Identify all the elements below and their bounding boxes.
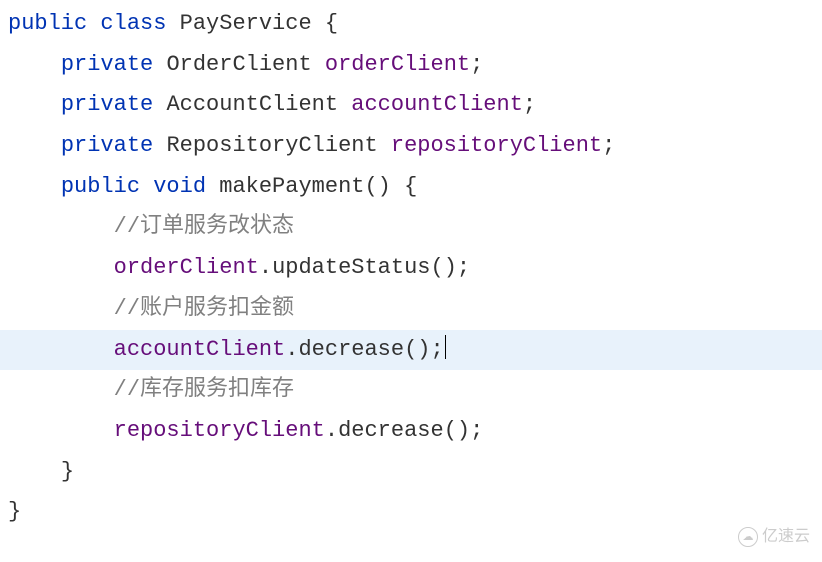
close-brace: }	[61, 459, 74, 484]
semicolon: ;	[470, 52, 483, 77]
field-ref: repositoryClient	[114, 418, 325, 443]
keyword-private: private	[61, 92, 153, 117]
watermark-text: 亿速云	[762, 522, 810, 552]
keyword-void: void	[153, 174, 206, 199]
parens-brace: () {	[364, 174, 417, 199]
method-call: decrease	[298, 337, 404, 362]
close-brace: }	[8, 499, 21, 524]
method-call: updateStatus	[272, 255, 430, 280]
keyword-public: public	[8, 11, 87, 36]
field-name: repositoryClient	[391, 133, 602, 158]
type-name: OrderClient	[166, 52, 311, 77]
code-line-11[interactable]: repositoryClient.decrease();	[0, 411, 822, 452]
cloud-icon: ☁	[738, 527, 758, 547]
class-name: PayService	[180, 11, 312, 36]
watermark: ☁ 亿速云	[738, 522, 810, 552]
open-brace: {	[312, 11, 338, 36]
code-line-2[interactable]: private OrderClient orderClient;	[0, 45, 822, 86]
field-name: orderClient	[325, 52, 470, 77]
field-ref: accountClient	[114, 337, 286, 362]
type-name: RepositoryClient	[166, 133, 377, 158]
comment: //库存服务扣库存	[114, 377, 294, 402]
code-line-4[interactable]: private RepositoryClient repositoryClien…	[0, 126, 822, 167]
call-suffix: ();	[404, 337, 444, 362]
code-line-6[interactable]: //订单服务改状态	[0, 207, 822, 248]
text-cursor	[445, 335, 447, 359]
field-name: accountClient	[351, 92, 523, 117]
method-name: makePayment	[219, 174, 364, 199]
keyword-private: private	[61, 52, 153, 77]
keyword-class: class	[100, 11, 166, 36]
field-ref: orderClient	[114, 255, 259, 280]
semicolon: ;	[523, 92, 536, 117]
keyword-public: public	[61, 174, 140, 199]
dot: .	[259, 255, 272, 280]
keyword-private: private	[61, 133, 153, 158]
dot: .	[325, 418, 338, 443]
code-line-3[interactable]: private AccountClient accountClient;	[0, 85, 822, 126]
comment: //账户服务扣金额	[114, 296, 294, 321]
type-name: AccountClient	[166, 92, 338, 117]
code-line-9-highlighted[interactable]: accountClient.decrease();	[0, 330, 822, 371]
code-line-8[interactable]: //账户服务扣金额	[0, 289, 822, 330]
call-suffix: ();	[431, 255, 471, 280]
code-line-10[interactable]: //库存服务扣库存	[0, 370, 822, 411]
comment: //订单服务改状态	[114, 214, 294, 239]
code-line-12[interactable]: }	[0, 452, 822, 493]
method-call: decrease	[338, 418, 444, 443]
code-line-5[interactable]: public void makePayment() {	[0, 167, 822, 208]
dot: .	[285, 337, 298, 362]
call-suffix: ();	[444, 418, 484, 443]
code-line-13[interactable]: }	[0, 492, 822, 533]
code-line-7[interactable]: orderClient.updateStatus();	[0, 248, 822, 289]
code-line-1[interactable]: public class PayService {	[0, 4, 822, 45]
semicolon: ;	[602, 133, 615, 158]
